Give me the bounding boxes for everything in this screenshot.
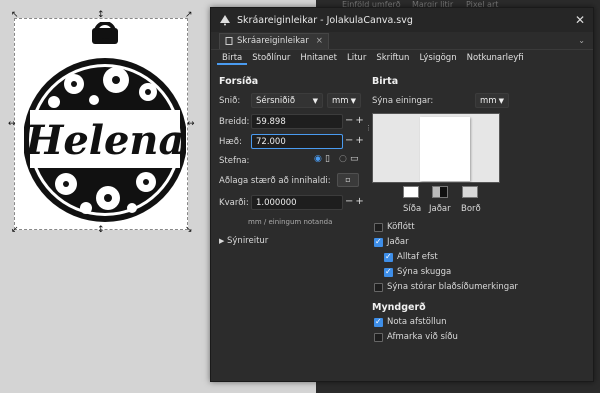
page-unit-dropdown[interactable]: mm ▼ (327, 93, 361, 108)
desk-color-label: Borð (461, 204, 481, 214)
antialiasing-label: Nota afstöllun (387, 317, 447, 327)
scale-handle-bottom[interactable]: ↕ (97, 226, 105, 235)
document-properties-icon (225, 37, 233, 45)
display-units-dropdown[interactable]: mm ▼ (475, 93, 509, 108)
clip-to-page-checkbox[interactable] (374, 333, 383, 342)
property-tabs: Birta Stoðlínur Hnitanet Litur Skriftun … (211, 51, 593, 65)
antialiasing-checkbox[interactable] (374, 317, 383, 327)
dialog-title: Skráareiginleikar - JolakulaCanva.svg (237, 14, 413, 26)
chevron-down-icon[interactable]: ⌄ (578, 36, 585, 45)
portrait-icon: ▯ (325, 154, 330, 164)
format-dropdown[interactable]: Sérsniðið ▼ (251, 93, 323, 108)
scale-units-note: mm / einingum notanda (248, 218, 333, 226)
rendering-section-heading: Myndgerð (372, 302, 426, 313)
border-on-top-label: Alltaf efst (397, 252, 438, 262)
fit-to-content-button[interactable]: ▫ (337, 173, 359, 187)
show-shadow-checkbox[interactable] (384, 267, 393, 277)
close-icon[interactable]: ✕ (575, 13, 585, 27)
viewbox-expander[interactable]: Sýnireitur (227, 236, 268, 246)
tab-display[interactable]: Birta (217, 51, 248, 65)
page-preview-sheet (420, 117, 470, 181)
scale-handle-bl[interactable]: ↙ (11, 226, 19, 235)
tab-metadata[interactable]: Lýsigögn (414, 51, 461, 65)
viewbox-expander-icon[interactable]: ▶ (219, 237, 224, 245)
tab-grids[interactable]: Hnitanet (295, 51, 342, 65)
display-units-value: mm (480, 96, 497, 106)
link-dimensions-icon[interactable]: ⋮ (365, 124, 372, 132)
landscape-icon: ▭ (350, 154, 359, 164)
page-unit-value: mm (332, 96, 349, 106)
width-field[interactable]: 59.898 (251, 114, 343, 129)
tab-license[interactable]: Notkunarleyfi (462, 51, 529, 65)
chevron-down-icon: ▼ (350, 97, 356, 105)
display-section-heading: Birta (372, 76, 399, 87)
ornament-name-text: Helena (25, 117, 185, 164)
display-units-label: Sýna einingar: (372, 96, 434, 106)
scale-label: Kvarði: (219, 198, 249, 208)
format-label: Snið: (219, 96, 241, 106)
height-field[interactable]: 72.000 (251, 134, 343, 149)
page-preview (372, 113, 500, 183)
fit-to-content-label: Aðlaga stærð að innihaldi: (219, 176, 331, 186)
desk-color-swatch[interactable] (462, 186, 478, 198)
show-shadow-label: Sýna skugga (397, 267, 452, 277)
width-label: Breidd: (219, 117, 250, 127)
portrait-radio[interactable]: ◉ (314, 154, 322, 164)
large-page-labels-checkbox[interactable] (374, 283, 383, 292)
inkscape-icon (220, 15, 230, 26)
scale-handle-left[interactable]: ↔ (8, 120, 16, 129)
width-stepper[interactable]: −+ (345, 115, 366, 126)
orientation-label: Stefna: (219, 156, 250, 166)
chevron-down-icon: ▼ (312, 97, 318, 105)
clip-to-page-label: Afmarka við síðu (387, 332, 458, 342)
landscape-radio[interactable]: ○ (339, 154, 347, 164)
tab-document-properties-label: Skráareiginleikar (237, 36, 309, 46)
scale-handle-tr[interactable]: ↗ (185, 11, 193, 20)
scale-stepper[interactable]: −+ (345, 196, 366, 207)
height-label: Hæð: (219, 137, 242, 147)
checkerboard-label: Köflótt (387, 222, 415, 232)
tab-guides[interactable]: Stoðlínur (247, 51, 295, 65)
scale-field[interactable]: 1.000000 (251, 195, 343, 210)
page-color-swatch[interactable] (403, 186, 419, 198)
checkerboard-checkbox[interactable] (374, 223, 383, 232)
document-properties-dialog: Skráareiginleikar - JolakulaCanva.svg ✕ … (210, 7, 594, 382)
height-stepper[interactable]: −+ (345, 135, 366, 146)
border-checkbox[interactable] (374, 237, 383, 247)
border-color-swatch[interactable] (432, 186, 448, 198)
ornament-artwork[interactable]: Helena (24, 22, 186, 228)
tab-close-icon[interactable]: × (316, 36, 323, 46)
chevron-down-icon: ▼ (498, 97, 504, 105)
dialog-tab-bar: Skráareiginleikar × ⌄ (211, 32, 593, 50)
border-label: Jaðar (387, 237, 409, 247)
resize-page-icon: ▫ (345, 175, 351, 184)
border-on-top-checkbox[interactable] (384, 252, 393, 262)
border-color-label: Jaðar (429, 204, 451, 214)
scale-handle-top[interactable]: ↕ (97, 11, 105, 20)
tab-scripting[interactable]: Skriftun (371, 51, 414, 65)
scale-handle-br[interactable]: ↘ (185, 226, 193, 235)
page-section-heading: Forsíða (219, 76, 259, 87)
page-color-label: Síða (403, 204, 422, 214)
tab-document-properties[interactable]: Skráareiginleikar × (219, 32, 329, 49)
large-page-labels-label: Sýna stórar blaðsíðumerkingar (387, 282, 518, 292)
dialog-titlebar[interactable]: Skráareiginleikar - JolakulaCanva.svg ✕ (211, 8, 593, 32)
format-value: Sérsniðið (256, 96, 296, 106)
tab-color[interactable]: Litur (342, 51, 371, 65)
scale-handle-tl[interactable]: ↖ (11, 11, 19, 20)
scale-handle-right[interactable]: ↔ (187, 120, 195, 129)
